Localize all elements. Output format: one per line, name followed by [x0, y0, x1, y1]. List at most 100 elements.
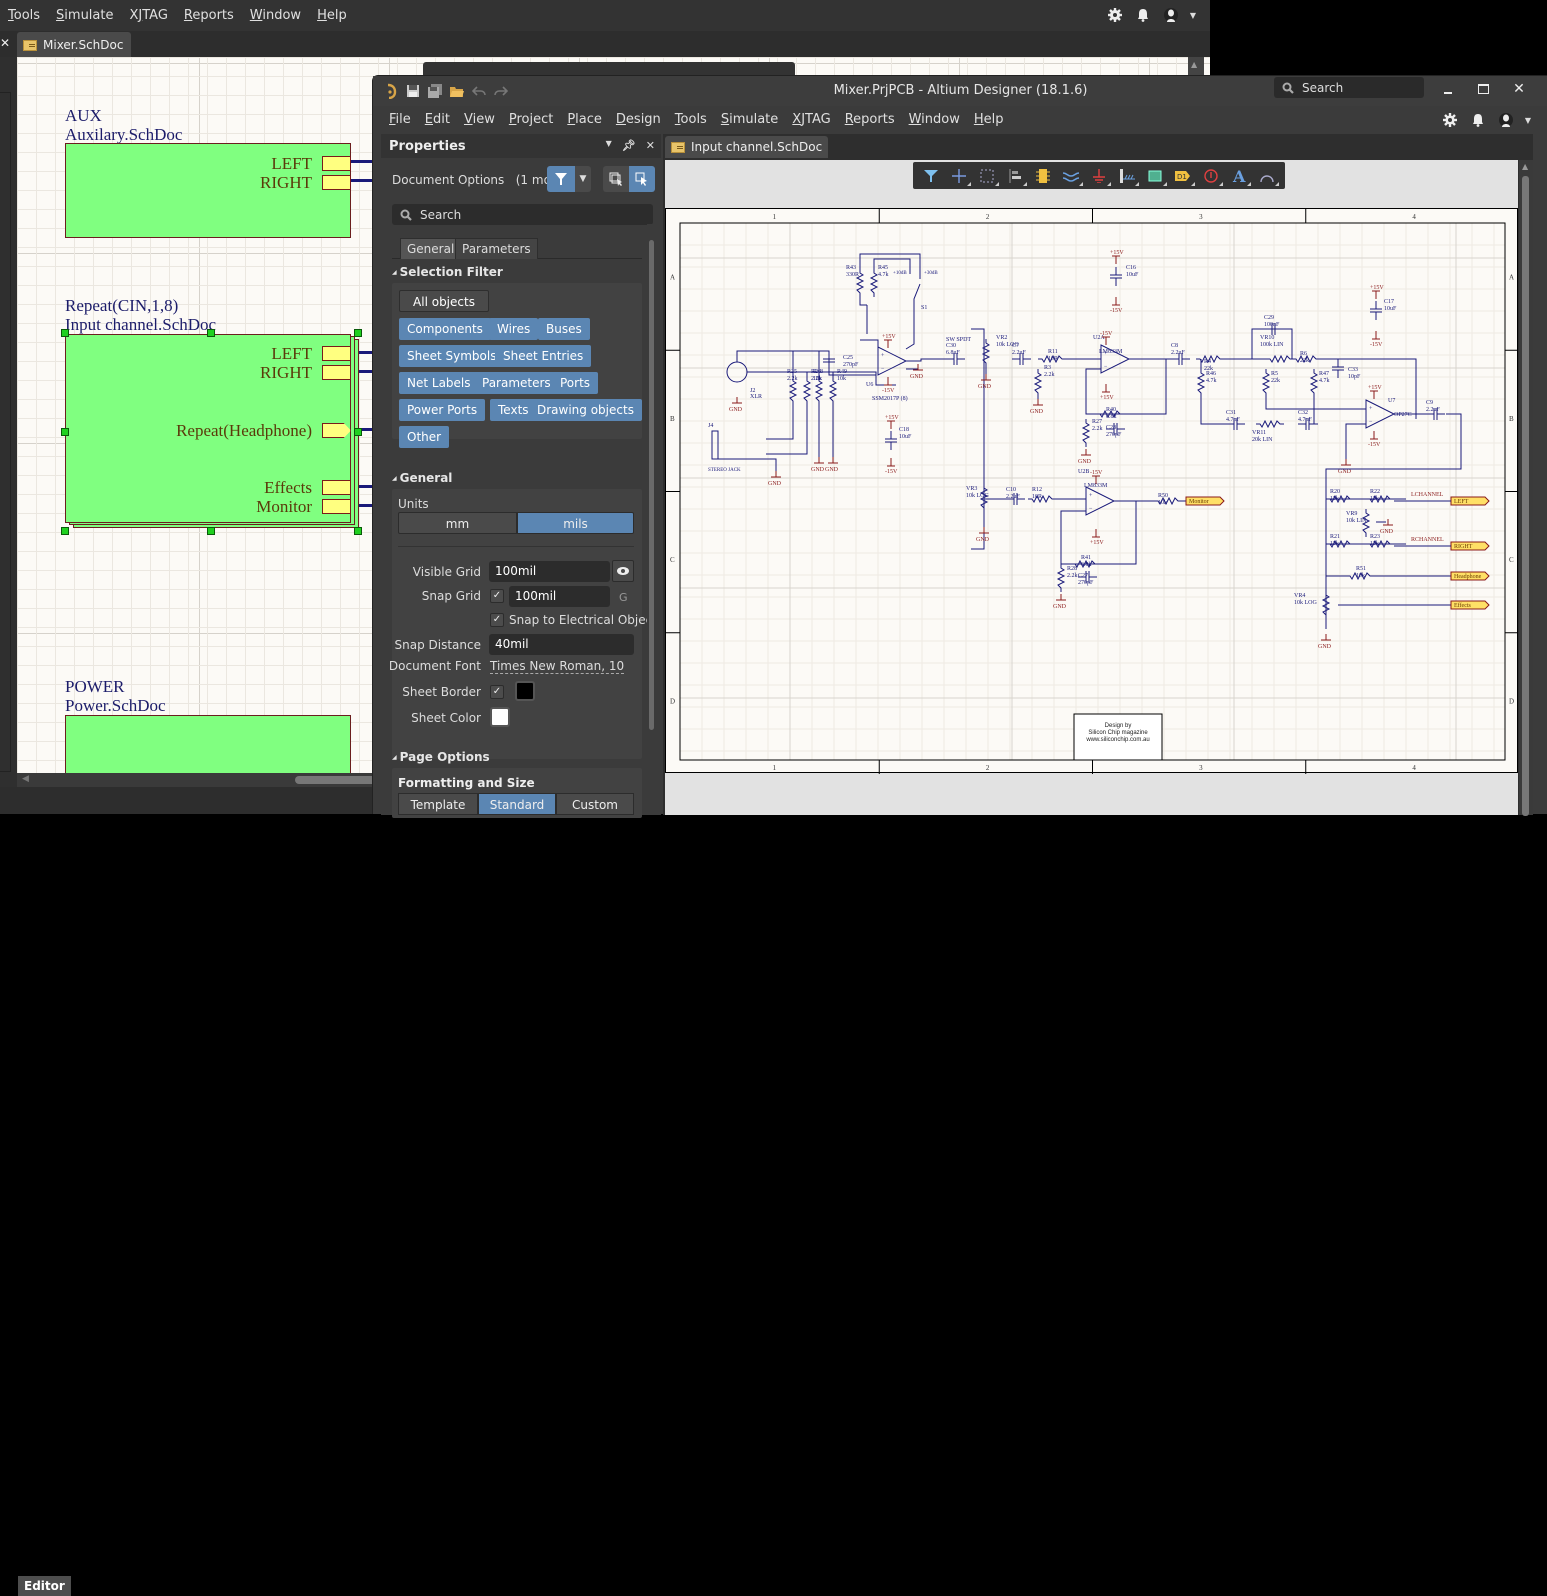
tab-general[interactable]: General [400, 238, 462, 259]
menu-window[interactable]: Window [242, 8, 309, 23]
menu-edit[interactable]: Edit [418, 112, 457, 127]
close-icon[interactable]: ✕ [0, 36, 10, 50]
menu-xjtag[interactable]: XJTAG [785, 112, 837, 127]
chip-parameters[interactable]: Parameters [474, 372, 559, 394]
menu-file[interactable]: File [383, 112, 418, 127]
sheet-entry[interactable] [322, 346, 351, 361]
close-icon[interactable]: ✕ [646, 139, 655, 152]
snap-grid-checkbox[interactable]: ✓ [490, 589, 504, 603]
tab-mixer-schdoc[interactable]: Mixer.SchDoc [17, 32, 132, 58]
sheet-entry[interactable] [322, 365, 351, 380]
bell-icon[interactable] [1469, 111, 1487, 129]
undo-icon[interactable] [471, 83, 487, 99]
save-all-icon[interactable] [427, 83, 443, 99]
user-icon[interactable] [1162, 6, 1180, 24]
selection-handle[interactable] [354, 527, 362, 535]
mode-template[interactable]: Template [398, 793, 478, 815]
sheet-entry[interactable] [322, 499, 351, 514]
vertical-scrollbar[interactable]: ▲ [1519, 160, 1533, 816]
chip-drawing-objects[interactable]: Drawing objects [529, 399, 642, 421]
filter-button[interactable] [547, 166, 575, 192]
bell-icon[interactable] [1134, 6, 1152, 24]
pin-icon[interactable]: 📌︎ [622, 139, 636, 152]
port-icon[interactable]: D1 [1169, 164, 1197, 188]
tab-input-channel-schdoc[interactable]: Input channel.SchDoc [665, 136, 829, 158]
menu-tools[interactable]: Tools [0, 8, 48, 23]
close-button[interactable]: ✕ [1504, 78, 1534, 100]
selection-handle[interactable] [354, 428, 362, 436]
filter-dropdown[interactable]: ▼ [575, 166, 591, 192]
units-mm[interactable]: mm [398, 512, 517, 534]
chip-wires[interactable]: Wires [489, 318, 539, 340]
sheet-entry[interactable] [322, 175, 351, 190]
select-mode-button[interactable] [603, 166, 629, 192]
menu-view[interactable]: View [457, 112, 502, 127]
menu-help[interactable]: Help [967, 112, 1011, 127]
chip-ports[interactable]: Ports [552, 372, 599, 394]
menu-design[interactable]: Design [609, 112, 668, 127]
sheet-symbol-icon[interactable] [1141, 164, 1169, 188]
menu-reports[interactable]: Reports [838, 112, 902, 127]
menu-xjtag[interactable]: XJTAG [122, 8, 176, 23]
sheet-symbol-aux[interactable]: LEFT RIGHT [65, 143, 351, 238]
title-bar[interactable]: Mixer.PrjPCB - Altium Designer (18.1.6) … [373, 76, 1547, 106]
menu-reports[interactable]: Reports [176, 8, 242, 23]
chip-sheet-symbols[interactable]: Sheet Symbols [399, 345, 505, 367]
open-folder-icon[interactable] [449, 83, 465, 99]
mode-standard[interactable]: Standard [478, 793, 556, 815]
sheet-color-swatch[interactable] [490, 707, 510, 727]
filter-icon[interactable] [917, 164, 945, 188]
chevron-down-icon[interactable]: ▼ [1190, 11, 1196, 20]
chip-net-labels[interactable]: Net Labels [399, 372, 479, 394]
chevron-down-icon[interactable]: ▼ [1525, 116, 1531, 125]
panel-menu-icon[interactable]: ▼ [606, 139, 612, 152]
sheet-border-checkbox[interactable]: ✓ [490, 685, 504, 699]
user-icon[interactable] [1497, 111, 1515, 129]
wire-icon[interactable] [1057, 164, 1085, 188]
selection-handle[interactable] [61, 527, 69, 535]
schematic-sheet[interactable]: 1 1 2 2 3 3 4 4 A A B B C C D D Design by Silicon Chip ma… [665, 208, 1518, 774]
eye-icon[interactable] [612, 560, 634, 582]
select-area-icon[interactable] [973, 164, 1001, 188]
no-erc-icon[interactable] [1197, 164, 1225, 188]
units-mils[interactable]: mils [517, 512, 634, 534]
align-icon[interactable] [1001, 164, 1029, 188]
minimize-button[interactable] [1433, 78, 1463, 100]
menu-project[interactable]: Project [502, 112, 561, 127]
selection-handle[interactable] [61, 329, 69, 337]
properties-scrollbar[interactable] [647, 224, 657, 814]
place-part-icon[interactable] [1029, 164, 1057, 188]
document-font-link[interactable]: Times New Roman, 10 [490, 659, 625, 674]
selection-handle[interactable] [61, 428, 69, 436]
gear-icon[interactable] [1441, 111, 1459, 129]
sheet-entry[interactable] [322, 480, 351, 495]
global-search-input[interactable]: Search [1274, 77, 1424, 98]
altium-logo-icon[interactable] [383, 83, 399, 99]
menu-simulate[interactable]: Simulate [714, 112, 785, 127]
text-icon[interactable]: A [1225, 164, 1253, 188]
menu-place[interactable]: Place [560, 112, 609, 127]
section-page-options[interactable]: Page Options [392, 750, 490, 764]
chip-sheet-entries[interactable]: Sheet Entries [495, 345, 592, 367]
cross-icon[interactable] [945, 164, 973, 188]
arc-icon[interactable] [1253, 164, 1281, 188]
chip-components[interactable]: Components [399, 318, 491, 340]
scrollbar-thumb[interactable] [1522, 176, 1529, 816]
vertical-scrollbar[interactable]: ▲ [1188, 57, 1204, 77]
chip-power-ports[interactable]: Power Ports [399, 399, 486, 421]
selection-handle[interactable] [207, 527, 215, 535]
sheet-symbol-input-channel[interactable]: LEFT RIGHT Repeat(Headphone) Effects Mon… [65, 334, 351, 523]
select-mode-button-active[interactable] [629, 166, 655, 192]
menu-simulate[interactable]: Simulate [48, 8, 121, 23]
section-general[interactable]: General [392, 471, 453, 485]
save-icon[interactable] [405, 83, 421, 99]
redo-icon[interactable] [493, 83, 509, 99]
visible-grid-input[interactable]: 100mil [489, 561, 610, 582]
sheet-symbol-power[interactable] [65, 715, 351, 773]
chip-all-objects[interactable]: All objects [399, 290, 489, 312]
ground-icon[interactable] [1085, 164, 1113, 188]
schematic-canvas[interactable]: D1 A 1 1 2 2 3 3 4 4 A A B B C C D D Design by Silicon Ch… [665, 160, 1518, 815]
selection-handle[interactable] [207, 329, 215, 337]
sheet-border-color-swatch[interactable] [515, 681, 535, 701]
editor-tab[interactable]: Editor [18, 1576, 71, 1596]
